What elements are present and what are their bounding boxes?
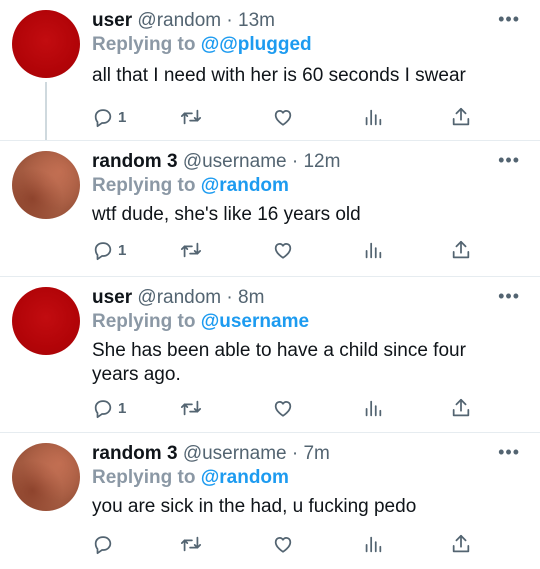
reply-count: 1 — [118, 241, 127, 259]
reply-count: 1 — [118, 108, 127, 126]
avatar[interactable] — [12, 443, 80, 511]
views-icon — [365, 536, 382, 553]
replying-to: Replying to @random — [92, 467, 289, 489]
reply-icon — [94, 242, 112, 261]
reply-button[interactable]: 1 — [92, 239, 126, 261]
display-name[interactable]: user — [92, 287, 132, 308]
tweet-text: She has been able to have a child since … — [92, 340, 466, 385]
avatar[interactable] — [12, 10, 80, 78]
thread-line — [45, 82, 47, 140]
tweet-actions: 1 — [92, 397, 472, 419]
retweet-button[interactable] — [180, 533, 202, 555]
replying-to: Replying to @username — [92, 311, 309, 333]
reply-button[interactable]: 1 — [92, 397, 126, 419]
user-handle[interactable]: @username — [183, 443, 287, 464]
separator: · — [291, 443, 299, 464]
tweet-actions — [92, 533, 472, 555]
retweet-button[interactable] — [180, 239, 202, 261]
like-icon — [274, 400, 292, 417]
tweet-text: you are sick in the had, u fucking pedo — [92, 496, 417, 517]
timestamp[interactable]: 8m — [238, 287, 264, 308]
views-button[interactable] — [362, 533, 384, 555]
reply-count: 1 — [118, 399, 127, 417]
views-icon — [365, 242, 382, 259]
replying-to-handle[interactable]: @@plugged — [201, 34, 312, 55]
separator: · — [291, 151, 299, 172]
separator: · — [226, 10, 233, 31]
views-button[interactable] — [362, 106, 384, 128]
user-handle[interactable]: @random — [137, 287, 221, 308]
timestamp[interactable]: 12m — [303, 151, 340, 172]
replying-to-handle[interactable]: @random — [201, 467, 289, 488]
replying-to-handle[interactable]: @random — [201, 175, 289, 196]
tweet-header: random 3 @username · 12m — [92, 151, 500, 173]
reply-button[interactable] — [92, 533, 118, 555]
retweet-icon — [180, 536, 202, 552]
like-button[interactable] — [272, 397, 294, 419]
avatar[interactable] — [12, 287, 80, 355]
avatar[interactable] — [12, 151, 80, 219]
reply-button[interactable]: 1 — [92, 106, 126, 128]
timestamp[interactable]: 13m — [238, 10, 275, 31]
tweet[interactable]: user @random · 8m ••• Replying to @usern… — [0, 276, 540, 432]
like-icon — [274, 109, 292, 126]
share-button[interactable] — [450, 239, 472, 261]
like-button[interactable] — [272, 239, 294, 261]
display-name[interactable]: random 3 — [92, 443, 178, 464]
more-options-icon[interactable]: ••• — [498, 287, 520, 305]
replying-to-label: Replying to — [92, 311, 196, 332]
replying-to-label: Replying to — [92, 34, 196, 55]
replying-to: Replying to @@plugged — [92, 34, 312, 56]
timestamp[interactable]: 7m — [303, 443, 329, 464]
like-icon — [274, 536, 292, 553]
share-icon — [452, 398, 470, 417]
share-button[interactable] — [450, 397, 472, 419]
tweet-text: wtf dude, she's like 16 years old — [92, 204, 361, 225]
user-handle[interactable]: @random — [137, 10, 221, 31]
like-button[interactable] — [272, 533, 294, 555]
replying-to-label: Replying to — [92, 175, 196, 196]
replying-to-label: Replying to — [92, 467, 196, 488]
replying-to: Replying to @random — [92, 175, 289, 197]
like-button[interactable] — [272, 106, 294, 128]
retweet-button[interactable] — [180, 106, 202, 128]
tweet-header: user @random · 8m — [92, 287, 500, 309]
user-handle[interactable]: @username — [183, 151, 287, 172]
more-options-icon[interactable]: ••• — [498, 10, 520, 28]
like-icon — [274, 242, 292, 259]
views-icon — [365, 400, 382, 417]
share-icon — [452, 107, 470, 126]
more-options-icon[interactable]: ••• — [498, 151, 520, 169]
tweet-header: user @random · 13m — [92, 10, 500, 32]
retweet-icon — [180, 109, 202, 125]
tweet[interactable]: random 3 @username · 12m ••• Replying to… — [0, 140, 540, 276]
tweet[interactable]: user @random · 13m ••• Replying to @@plu… — [0, 0, 540, 140]
display-name[interactable]: random 3 — [92, 151, 178, 172]
views-button[interactable] — [362, 239, 384, 261]
views-icon — [365, 109, 382, 126]
reply-icon — [94, 536, 112, 555]
retweet-button[interactable] — [180, 397, 202, 419]
share-button[interactable] — [450, 533, 472, 555]
more-options-icon[interactable]: ••• — [498, 443, 520, 461]
share-icon — [452, 534, 470, 553]
tweet[interactable]: random 3 @username · 7m ••• Replying to … — [0, 432, 540, 569]
reply-icon — [94, 400, 112, 419]
retweet-icon — [180, 242, 202, 258]
tweet-actions: 1 — [92, 106, 472, 128]
separator: · — [226, 287, 233, 308]
tweet-header: random 3 @username · 7m — [92, 443, 500, 465]
tweet-actions: 1 — [92, 239, 472, 261]
share-button[interactable] — [450, 106, 472, 128]
tweet-text: all that I need with her is 60 seconds I… — [92, 65, 466, 86]
share-icon — [452, 240, 470, 259]
reply-icon — [94, 109, 112, 128]
views-button[interactable] — [362, 397, 384, 419]
display-name[interactable]: user — [92, 10, 132, 31]
retweet-icon — [180, 400, 202, 416]
replying-to-handle[interactable]: @username — [201, 311, 309, 332]
